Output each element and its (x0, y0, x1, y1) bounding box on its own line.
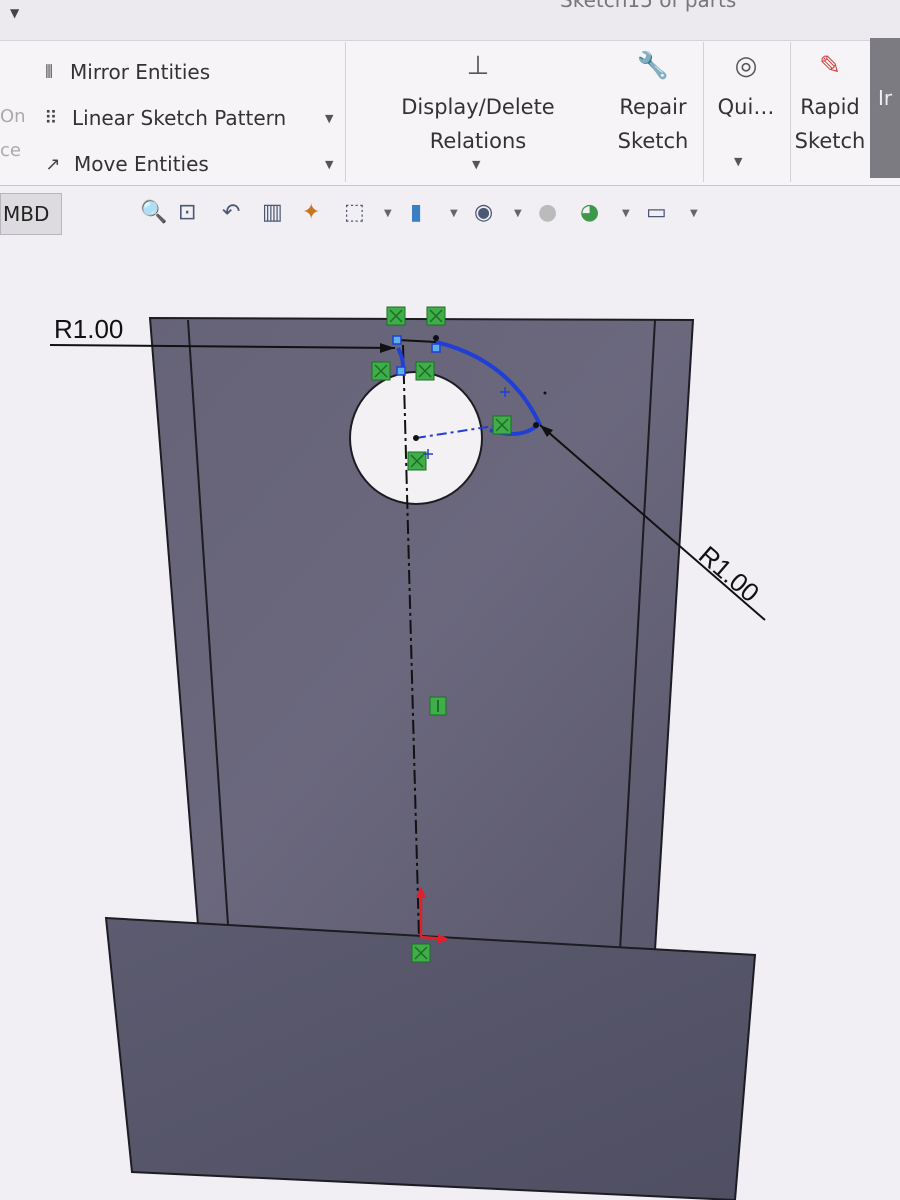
cursor-point (543, 391, 547, 395)
dimension-label-right[interactable]: R1.00 (693, 540, 765, 608)
relation-badge-icon (371, 361, 391, 381)
vertical-relation-icon (429, 696, 447, 716)
relation-badge-icon (426, 306, 446, 326)
graphics-area[interactable]: R1.00 R1.00 (0, 0, 900, 1200)
dimension-label-left[interactable]: R1.00 (54, 314, 123, 344)
relation-badge-icon (386, 306, 406, 326)
relation-badge-icon (415, 361, 435, 381)
relation-badge-icon (411, 943, 431, 963)
relation-badge-icon (492, 415, 512, 435)
